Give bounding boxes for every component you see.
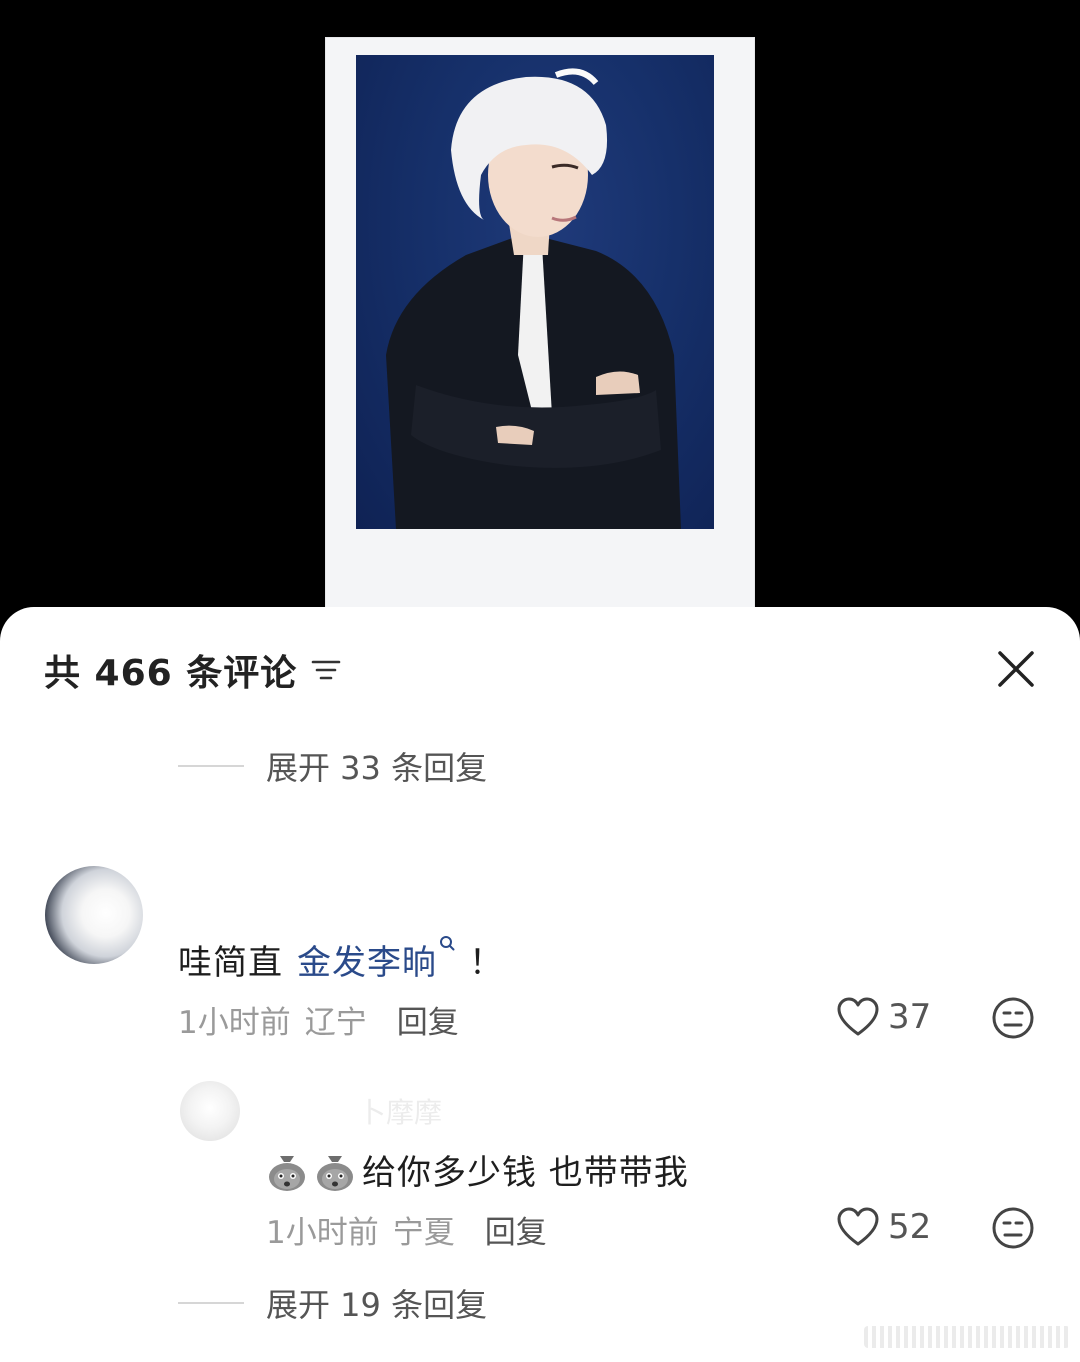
divider-line	[178, 1302, 244, 1304]
polaroid-photo[interactable]	[325, 37, 755, 637]
neutral-face-icon[interactable]	[991, 996, 1035, 1040]
close-icon[interactable]	[996, 649, 1036, 689]
comment-location: 辽宁	[304, 1005, 367, 1041]
portrait-photo	[356, 55, 714, 529]
sort-icon[interactable]	[311, 657, 341, 683]
comment-sheet-header: 共 466 条评论	[44, 645, 341, 695]
search-icon	[440, 936, 455, 951]
reply-username[interactable]: 卜摩摩	[358, 1091, 442, 1131]
money-sack-emoji-icon	[269, 1155, 305, 1191]
comment-time: 1小时前	[178, 1005, 291, 1041]
expand-replies-button[interactable]: 展开 19 条回复	[178, 1280, 487, 1326]
topic-tag-label: 金发李晌	[297, 943, 437, 983]
reply-location: 宁夏	[392, 1215, 455, 1251]
reply-avatar[interactable]	[180, 1081, 240, 1141]
expand-replies-label: 展开 33 条回复	[266, 749, 488, 787]
reply-meta: 1小时前 宁夏 回复	[266, 1207, 547, 1252]
expand-replies-label: 展开 19 条回复	[266, 1286, 488, 1324]
heart-icon	[837, 1207, 879, 1246]
comment-text-prefix: 哇简直	[178, 943, 283, 983]
avatar[interactable]	[45, 866, 143, 964]
reply-text-content: 给你多少钱 也带带我	[362, 1153, 689, 1193]
divider-line	[178, 765, 244, 767]
neutral-face-icon[interactable]	[991, 1206, 1035, 1250]
reply-like-count: 52	[888, 1207, 932, 1247]
like-button[interactable]: 37	[836, 997, 931, 1037]
post-image-area	[0, 0, 1080, 640]
heart-icon	[837, 997, 879, 1036]
reply-time: 1小时前	[266, 1215, 379, 1251]
reply-text: 给你多少钱 也带带我	[266, 1145, 689, 1194]
reply-to-reply-button[interactable]: 回复	[485, 1207, 547, 1252]
money-sack-emoji-icon	[317, 1155, 353, 1191]
watermark-strip	[864, 1326, 1070, 1348]
topic-tag-link[interactable]: 金发李晌	[297, 935, 455, 984]
comment-text: 哇简直 金发李晌 ！	[178, 935, 504, 984]
reply-like-button[interactable]: 52	[836, 1207, 931, 1247]
comment-sheet: 共 466 条评论 展开 33 条回复 哇简直 金发李晌 ！ 1小时前 辽宁 回…	[0, 607, 1080, 1362]
reply-button[interactable]: 回复	[397, 997, 459, 1042]
comment-meta: 1小时前 辽宁 回复	[178, 997, 459, 1042]
comment-text-suffix: ！	[469, 943, 504, 983]
like-count: 37	[888, 997, 932, 1037]
expand-replies-button[interactable]: 展开 33 条回复	[178, 743, 487, 789]
comment-count-title: 共 466 条评论	[44, 653, 298, 694]
